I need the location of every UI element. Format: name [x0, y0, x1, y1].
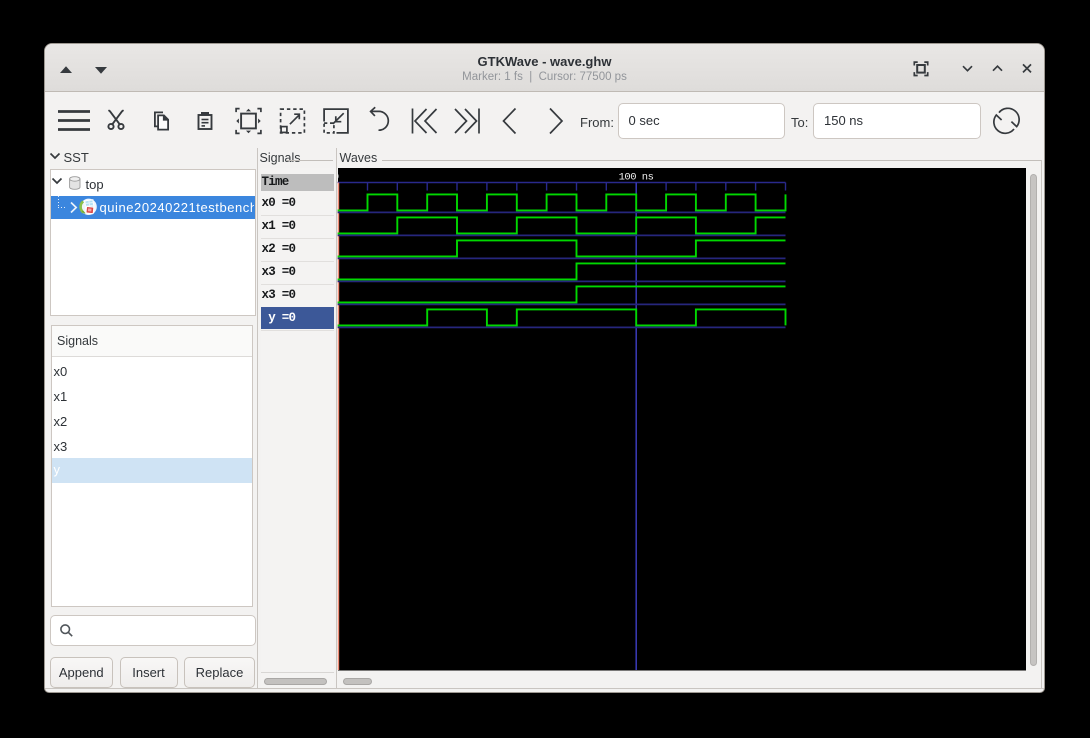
svg-text:100 ns: 100 ns [619, 172, 654, 184]
svg-text:0: 0 [337, 172, 339, 184]
